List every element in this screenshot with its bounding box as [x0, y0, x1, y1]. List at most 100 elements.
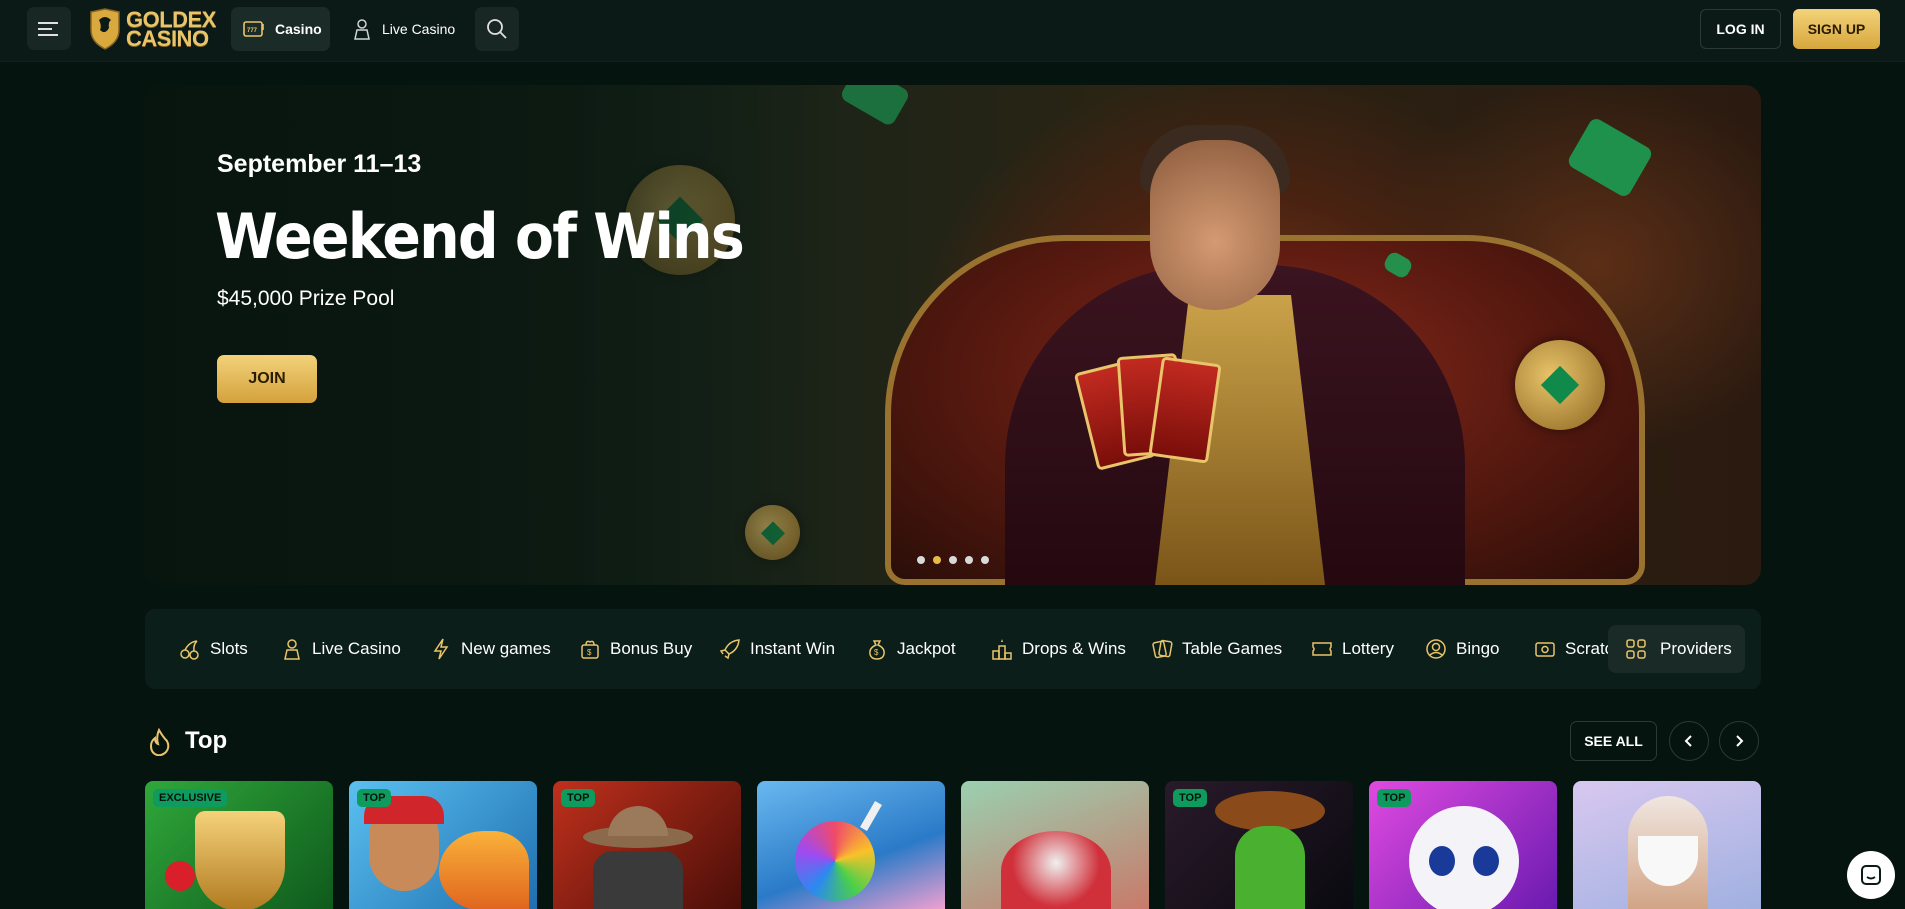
- carousel-dot[interactable]: [981, 556, 989, 564]
- search-button[interactable]: [475, 7, 519, 51]
- game-art: [1001, 831, 1111, 909]
- brand-logo[interactable]: GOLDEX CASINO: [88, 7, 216, 51]
- join-button[interactable]: JOIN: [217, 355, 317, 403]
- category-label: Live Casino: [312, 639, 401, 658]
- category-label: Jackpot: [897, 639, 956, 658]
- category-bar: Slots Live Casino New games $ Bonus Buy …: [145, 609, 1761, 689]
- game-tile[interactable]: [961, 781, 1149, 909]
- game-badge: EXCLUSIVE: [153, 789, 228, 807]
- category-new-games[interactable]: New games: [430, 609, 551, 689]
- next-button[interactable]: [1719, 721, 1759, 761]
- game-art: [195, 811, 285, 909]
- head-illustration: [1150, 140, 1280, 310]
- cards-illustration: [1073, 353, 1235, 471]
- game-tile[interactable]: EXCLUSIVE: [145, 781, 333, 909]
- login-button[interactable]: LOG IN: [1700, 9, 1781, 49]
- category-label: Slots: [210, 639, 248, 658]
- gem-decoration: [1565, 116, 1655, 199]
- providers-button[interactable]: Providers: [1608, 625, 1745, 673]
- game-badge: TOP: [357, 789, 392, 807]
- category-label: New games: [461, 639, 551, 658]
- prev-button[interactable]: [1669, 721, 1709, 761]
- game-art: [795, 821, 875, 901]
- game-art: [1409, 806, 1519, 909]
- category-live-casino[interactable]: Live Casino: [281, 609, 401, 689]
- carousel-dot[interactable]: [965, 556, 973, 564]
- cards-icon: [1151, 638, 1173, 660]
- banner-prize: $45,000 Prize Pool: [217, 287, 395, 310]
- chevron-left-icon: [1684, 735, 1692, 747]
- carousel-dot[interactable]: [949, 556, 957, 564]
- promo-banner[interactable]: September 11–13 Weekend of Wins $45,000 …: [145, 85, 1761, 585]
- game-badge: TOP: [561, 789, 596, 807]
- brand-line2: CASINO: [126, 26, 209, 51]
- game-tile[interactable]: [757, 781, 945, 909]
- banner-date: September 11–13: [217, 150, 422, 178]
- rocket-icon: [719, 638, 741, 660]
- category-instant-win[interactable]: Instant Win: [719, 609, 835, 689]
- nav-casino-label: Casino: [275, 21, 322, 37]
- gem-decoration: [839, 85, 911, 128]
- hamburger-icon: [38, 21, 58, 36]
- search-icon: [487, 19, 507, 39]
- carousel-dot[interactable]: [917, 556, 925, 564]
- game-tile[interactable]: TOP: [1165, 781, 1353, 909]
- money-bag-icon: $: [866, 638, 888, 660]
- svg-text:$: $: [874, 648, 879, 657]
- category-slots[interactable]: Slots: [179, 609, 248, 689]
- see-all-button[interactable]: SEE ALL: [1570, 721, 1657, 761]
- nav-casino[interactable]: 777 Casino: [231, 7, 330, 51]
- grid-icon: [1626, 639, 1646, 659]
- category-drops-wins[interactable]: Drops & Wins: [991, 609, 1126, 689]
- chat-icon: [1861, 865, 1881, 885]
- dealer-icon: [354, 19, 370, 40]
- coin-decoration: [1515, 340, 1605, 430]
- chevron-right-icon: [1736, 735, 1744, 747]
- top-header: GOLDEX CASINO 777 Casino Live Casino LOG…: [0, 0, 1905, 62]
- game-art: [860, 801, 882, 831]
- category-table-games[interactable]: Table Games: [1151, 609, 1282, 689]
- game-art: [593, 851, 683, 909]
- svg-text:$: $: [587, 648, 592, 657]
- flame-icon: [149, 728, 170, 756]
- game-badge: TOP: [1173, 789, 1208, 807]
- bingo-ball-icon: [1425, 638, 1447, 660]
- ticket-icon: [1311, 638, 1333, 660]
- section-title: Top: [185, 727, 228, 754]
- game-tile[interactable]: TOP: [553, 781, 741, 909]
- category-label: Bonus Buy: [610, 639, 693, 658]
- game-tile[interactable]: TOP: [349, 781, 537, 909]
- chat-button[interactable]: [1847, 851, 1895, 899]
- lightning-icon: [430, 638, 452, 660]
- signup-button[interactable]: SIGN UP: [1793, 9, 1880, 49]
- menu-button[interactable]: [27, 7, 71, 50]
- game-tile[interactable]: TOP: [1369, 781, 1557, 909]
- svg-text:777: 777: [247, 28, 258, 34]
- category-label: Instant Win: [750, 639, 836, 658]
- category-bingo[interactable]: Bingo: [1425, 609, 1499, 689]
- nav-live-label: Live Casino: [382, 21, 456, 37]
- cherries-icon: [179, 638, 201, 660]
- category-label: Bingo: [1456, 639, 1500, 658]
- nav-live-casino[interactable]: Live Casino: [352, 7, 455, 51]
- game-art: [165, 861, 195, 891]
- podium-icon: [991, 638, 1013, 660]
- category-lottery[interactable]: Lottery: [1311, 609, 1394, 689]
- game-tile[interactable]: [1573, 781, 1761, 909]
- gift-bag-icon: $: [579, 638, 601, 660]
- dealer-icon: [281, 638, 303, 660]
- game-art: [439, 831, 529, 909]
- banner-title: Weekend of Wins: [215, 200, 745, 273]
- game-art: [1215, 791, 1325, 831]
- category-label: Drops & Wins: [1022, 639, 1126, 658]
- category-bonus-buy[interactable]: $ Bonus Buy: [579, 609, 692, 689]
- providers-label: Providers: [1660, 639, 1732, 658]
- scratch-card-icon: [1534, 638, 1556, 660]
- carousel-dot[interactable]: [933, 556, 941, 564]
- slot-machine-icon: 777: [243, 21, 264, 37]
- category-label: Lottery: [1342, 639, 1394, 658]
- game-art: [608, 806, 668, 836]
- game-art: [1235, 826, 1305, 909]
- game-art: [1473, 846, 1499, 876]
- category-jackpot[interactable]: $ Jackpot: [866, 609, 956, 689]
